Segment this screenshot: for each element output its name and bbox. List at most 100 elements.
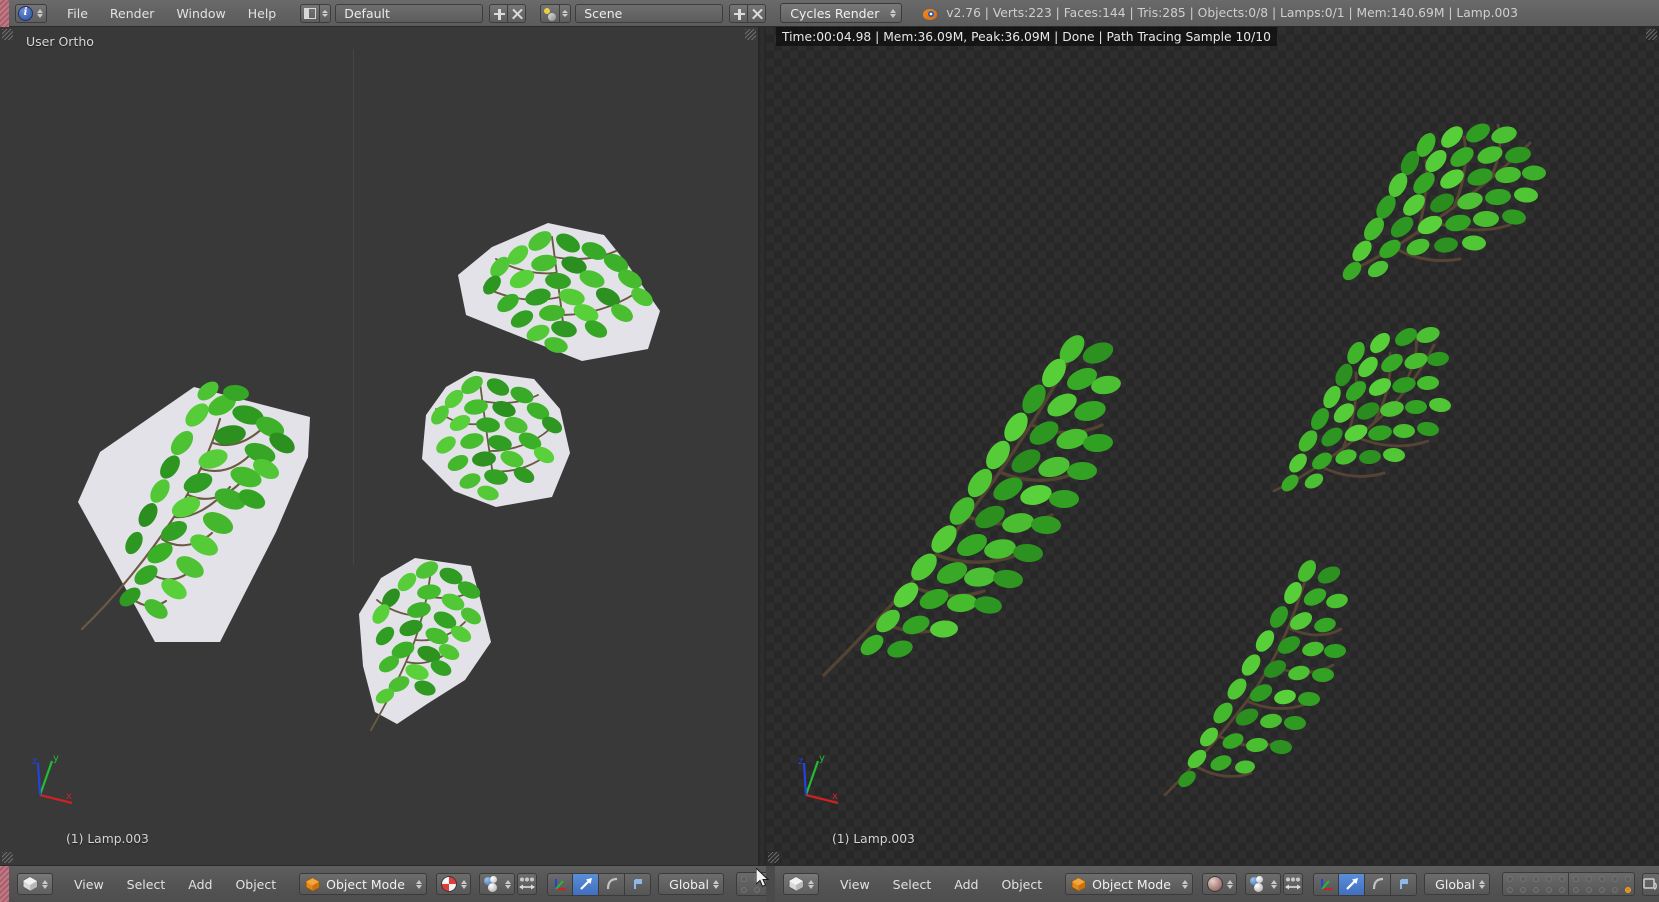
- scale-manipulator-button-right[interactable]: [1391, 872, 1418, 896]
- chevron-updown-icon: [711, 879, 720, 889]
- transform-orientation-label: Global: [669, 876, 710, 892]
- chevron-updown-icon: [888, 8, 897, 18]
- menu-view[interactable]: View: [63, 873, 115, 896]
- chevron-updown-icon: [1180, 879, 1189, 889]
- delete-scene-button[interactable]: [747, 3, 767, 23]
- scene-icon[interactable]: [540, 3, 561, 23]
- viewport-left-solid[interactable]: User Ortho x y z (1) Lamp.003: [0, 27, 758, 865]
- screen-layout-name-field[interactable]: Default: [335, 3, 484, 23]
- view3d-header-right: View Select Add Object Object Mode Globa…: [766, 865, 1659, 902]
- viewport-corner-widget-bl[interactable]: [2, 852, 13, 863]
- render-engine-label: Cycles Render: [790, 5, 880, 21]
- 3d-view-editor-icon: [22, 876, 38, 892]
- menu-add[interactable]: Add: [943, 873, 989, 896]
- rotate-arc-icon: [606, 877, 617, 890]
- menu-window[interactable]: Window: [166, 3, 235, 24]
- layer-group-top-right[interactable]: [1502, 872, 1570, 896]
- editor-type-selector-info[interactable]: i: [15, 3, 47, 23]
- menu-object[interactable]: Object: [990, 873, 1053, 896]
- translate-manipulator-button-right[interactable]: [1339, 872, 1366, 896]
- editor-type-selector-right[interactable]: [783, 873, 819, 895]
- add-screen-layout-button[interactable]: [489, 3, 509, 23]
- render-engine-dropdown[interactable]: Cycles Render: [780, 3, 903, 23]
- screen-layout-browse-chevron-icon[interactable]: [320, 3, 332, 23]
- viewport-active-object-label-left: (1) Lamp.003: [66, 832, 149, 846]
- blender-window: i File Render Window Help Default Scene: [0, 0, 1659, 902]
- manipulator-toggle-right[interactable]: [1313, 872, 1340, 896]
- rendered-branch-bottom-right[interactable]: [1151, 555, 1351, 805]
- object-mode-cube-icon: [305, 876, 320, 892]
- svg-text:y: y: [53, 753, 59, 764]
- viewport-corner-widget-tr[interactable]: [1646, 29, 1657, 40]
- svg-text:x: x: [832, 791, 838, 802]
- manipulator-toggle-left[interactable]: [547, 872, 574, 896]
- transform-manipulators-right: [1313, 872, 1418, 896]
- menu-add[interactable]: Add: [177, 873, 223, 896]
- viewport-corner-widget-tl[interactable]: [2, 29, 13, 40]
- viewport-corner-widget-tr[interactable]: [745, 29, 756, 40]
- editor-type-selector-left[interactable]: [17, 873, 53, 895]
- view3d-header-left: View Select Add Object Object Mode Globa…: [0, 865, 766, 902]
- pivot-point-dropdown-left[interactable]: [479, 873, 516, 895]
- menu-view[interactable]: View: [829, 873, 881, 896]
- plant-branch-large-left[interactable]: [70, 357, 330, 642]
- rotate-manipulator-button-left[interactable]: [599, 872, 626, 896]
- svg-text:y: y: [819, 753, 825, 764]
- menu-file[interactable]: File: [57, 3, 98, 24]
- translate-manipulator-button-left[interactable]: [573, 872, 600, 896]
- plant-branch-mid-center[interactable]: [412, 365, 592, 513]
- chevron-updown-icon: [1269, 879, 1278, 889]
- rotate-manipulator-button-right[interactable]: [1365, 872, 1392, 896]
- scale-flag-icon: [1399, 879, 1408, 889]
- screen-layout-icon[interactable]: [300, 3, 321, 23]
- menu-render[interactable]: Render: [100, 3, 165, 24]
- viewport-view-label: User Ortho: [26, 34, 94, 49]
- viewport-corner-widget-bl[interactable]: [768, 852, 779, 863]
- rendered-branch-top-right[interactable]: [1312, 117, 1562, 297]
- chevron-updown-icon: [459, 879, 468, 889]
- blender-logo-icon: [922, 6, 939, 21]
- rendered-branch-mid-right[interactable]: [1256, 315, 1456, 515]
- info-circle-icon: i: [18, 5, 33, 21]
- menu-help[interactable]: Help: [238, 3, 287, 24]
- viewport-right-rendered[interactable]: Time:00:04.98 | Mem:36.09M, Peak:36.09M …: [766, 27, 1659, 865]
- viewport-shading-dropdown-right[interactable]: [1202, 873, 1238, 895]
- header-drag-grip[interactable]: [0, 0, 9, 27]
- lock-to-scene-icon: [1643, 877, 1658, 890]
- transform-orientation-label: Global: [1435, 876, 1476, 892]
- chevron-updown-icon: [414, 879, 423, 889]
- axis-manipulator-icon: [554, 878, 566, 890]
- plant-branch-top-center[interactable]: [452, 219, 670, 369]
- menu-select[interactable]: Select: [882, 873, 943, 896]
- layer-group-bottom-right[interactable]: [1569, 872, 1636, 896]
- interaction-mode-dropdown-right[interactable]: Object Mode: [1065, 873, 1194, 895]
- transform-orientation-dropdown-left[interactable]: Global: [658, 873, 725, 895]
- menu-select[interactable]: Select: [116, 873, 177, 896]
- snap-arrows-toggle-left[interactable]: [517, 873, 538, 895]
- pivot-point-dropdown-right[interactable]: [1245, 873, 1282, 895]
- scale-flag-icon: [633, 879, 642, 889]
- delete-screen-layout-button[interactable]: [507, 3, 527, 23]
- snap-arrows-icon: [519, 877, 536, 890]
- median-point-icon: [1250, 876, 1267, 892]
- transform-orientation-dropdown-right[interactable]: Global: [1424, 873, 1491, 895]
- object-mode-cube-icon: [1071, 876, 1086, 892]
- add-scene-button[interactable]: [729, 3, 749, 23]
- scene-block: Scene: [540, 3, 767, 23]
- 3d-view-editor-icon: [788, 876, 804, 892]
- chevron-updown-ic on: [1477, 879, 1486, 889]
- rendered-branch-center-left[interactable]: [806, 327, 1126, 687]
- lock-to-scene-button-right[interactable]: [1642, 872, 1659, 896]
- viewport-splitter[interactable]: [758, 27, 766, 902]
- menu-object[interactable]: Object: [224, 873, 287, 896]
- plant-branch-bottom-center[interactable]: [345, 554, 505, 740]
- svg-text:z: z: [798, 756, 803, 767]
- viewport-shading-dropdown-left[interactable]: [436, 873, 472, 895]
- scene-name-field[interactable]: Scene: [575, 3, 724, 23]
- scale-manipulator-button-left[interactable]: [625, 872, 652, 896]
- snap-arrows-toggle-right[interactable]: [1283, 873, 1304, 895]
- interaction-mode-dropdown-left[interactable]: Object Mode: [299, 873, 428, 895]
- viewport-active-object-label-right: (1) Lamp.003: [832, 832, 915, 846]
- scene-browse-chevron-icon[interactable]: [560, 3, 572, 23]
- header-drag-grip-left[interactable]: [0, 866, 9, 902]
